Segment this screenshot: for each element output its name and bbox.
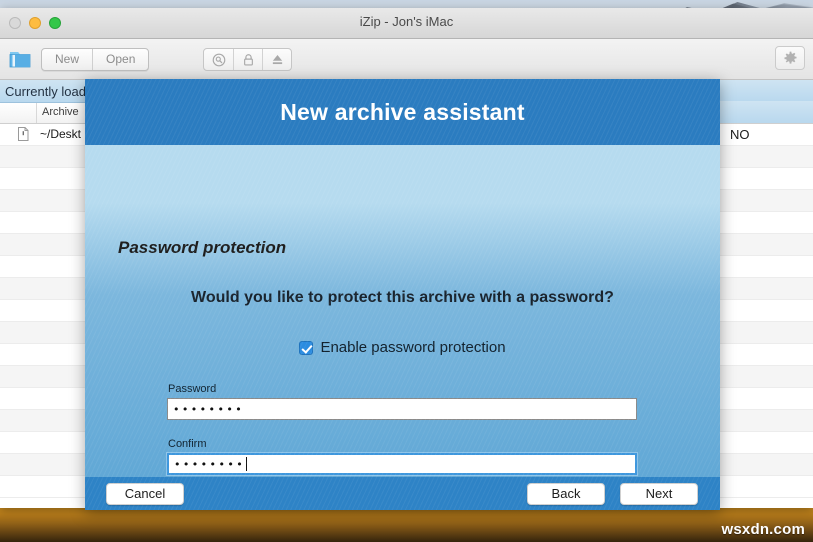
- column-header-archive[interactable]: Archive: [42, 106, 79, 118]
- password-label: Password: [168, 383, 217, 395]
- confirm-password-value: ••••••••: [174, 457, 246, 471]
- next-button[interactable]: Next: [620, 482, 698, 505]
- enable-password-protection-row[interactable]: Enable password protection: [85, 339, 720, 356]
- search-circle-icon[interactable]: [204, 49, 233, 70]
- confirm-password-input[interactable]: ••••••••: [166, 452, 638, 476]
- dialog-title: New archive assistant: [280, 98, 525, 125]
- toolbar-icon-group: [203, 48, 292, 71]
- new-open-segmented-control: New Open: [41, 48, 150, 71]
- dialog-question: Would you like to protect this archive w…: [191, 289, 614, 306]
- screen: wsxdn.com iZip - Jon's iMac New Open Cur…: [0, 0, 813, 542]
- dialog-header: New archive assistant: [85, 79, 720, 145]
- folder-icon[interactable]: [8, 47, 32, 71]
- loaded-bar-right-segment: [720, 101, 813, 123]
- window-titlebar: iZip - Jon's iMac: [0, 8, 813, 39]
- toolbar: New Open: [0, 39, 813, 80]
- dialog-footer: Cancel Back Next: [85, 477, 720, 510]
- password-value: ••••••••: [173, 402, 245, 416]
- cell-archive: ~/Deskt: [40, 127, 82, 141]
- document-icon: [18, 127, 29, 141]
- section-title: Password protection: [118, 238, 287, 257]
- eject-icon[interactable]: [262, 49, 291, 70]
- gear-icon[interactable]: [775, 46, 805, 70]
- column-divider: [36, 103, 37, 123]
- new-archive-assistant-dialog: New archive assistant Password protectio…: [85, 79, 720, 510]
- back-button[interactable]: Back: [527, 482, 605, 505]
- enable-password-protection-label: Enable password protection: [320, 339, 506, 356]
- password-input[interactable]: ••••••••: [167, 398, 637, 420]
- text-caret: [246, 457, 248, 471]
- lock-icon[interactable]: [233, 49, 262, 70]
- new-button[interactable]: New: [42, 49, 92, 70]
- open-button[interactable]: Open: [92, 49, 148, 70]
- cell-read-only: NO: [730, 127, 750, 142]
- window-title: iZip - Jon's iMac: [359, 14, 454, 29]
- dialog-body: Password protection Would you like to pr…: [85, 145, 720, 510]
- cancel-button[interactable]: Cancel: [106, 482, 184, 505]
- enable-password-protection-checkbox[interactable]: [299, 340, 314, 355]
- confirm-label: Confirm: [168, 438, 207, 450]
- watermark: wsxdn.com: [721, 521, 805, 538]
